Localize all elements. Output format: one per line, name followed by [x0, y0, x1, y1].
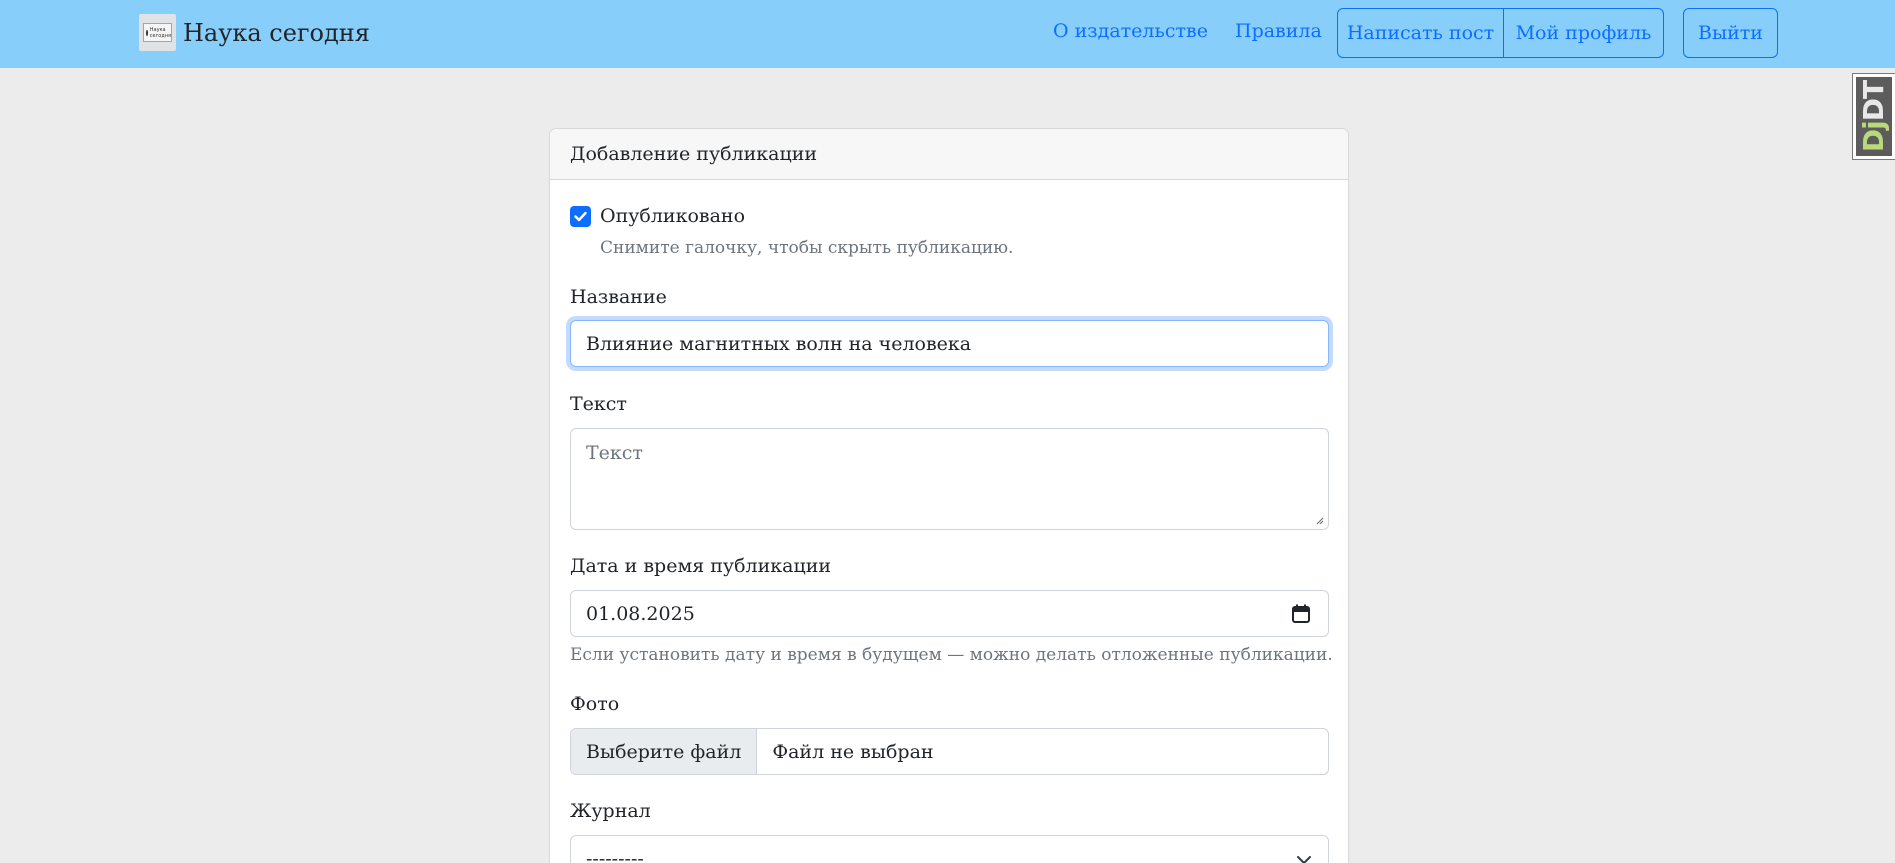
chevron-down-icon	[1297, 856, 1311, 863]
text-label: Текст	[570, 393, 627, 415]
text-textarea[interactable]: Текст	[570, 428, 1329, 530]
title-input[interactable]: Влияние магнитных волн на человека	[570, 320, 1329, 367]
text-placeholder: Текст	[586, 442, 643, 464]
choose-file-button[interactable]: Выберите файл	[571, 729, 758, 774]
published-help: Снимите галочку, чтобы скрыть публикацию…	[600, 238, 1014, 258]
debug-toolbar-label-dt: DT	[1857, 80, 1891, 122]
checkmark-icon	[574, 211, 587, 222]
pub-date-help: Если установить дату и время в будущем —…	[570, 645, 1333, 665]
card-title: Добавление публикации	[550, 129, 1348, 180]
title-label: Название	[570, 286, 667, 308]
title-input-value: Влияние магнитных волн на человека	[586, 332, 972, 355]
published-checkbox[interactable]	[570, 206, 591, 227]
nav-link-about[interactable]: О издательстве	[1053, 20, 1208, 42]
journal-select-value: ---------	[586, 847, 644, 863]
write-post-button[interactable]: Написать пост	[1338, 9, 1503, 57]
published-label[interactable]: Опубликовано	[600, 205, 745, 227]
photo-label: Фото	[570, 693, 620, 715]
logout-button[interactable]: Выйти	[1683, 8, 1778, 58]
resize-grip-icon[interactable]	[1314, 515, 1324, 525]
post-form-card: Добавление публикации Опубликовано Сними…	[549, 128, 1349, 863]
journal-logo-icon: Наука сегодня	[139, 14, 176, 51]
file-status: Файл не выбран	[772, 740, 934, 763]
pub-date-value: 01.08.2025	[586, 602, 695, 625]
my-profile-button[interactable]: Мой профиль	[1502, 9, 1663, 57]
brand-title: Наука сегодня	[183, 18, 370, 47]
brand-link[interactable]: Наука сегодня Наука сегодня	[139, 14, 370, 51]
pub-date-label: Дата и время публикации	[570, 555, 832, 577]
debug-toolbar-label-dj: Dj	[1857, 121, 1891, 153]
pub-date-input[interactable]: 01.08.2025	[570, 590, 1329, 637]
photo-file-input[interactable]: Выберите файл Файл не выбран	[570, 728, 1329, 775]
navbar: Наука сегодня Наука сегодня О издательств…	[0, 0, 1895, 68]
journal-label: Журнал	[570, 800, 651, 822]
account-button-group: Написать пост Мой профиль	[1337, 8, 1664, 58]
journal-select[interactable]: ---------	[570, 835, 1329, 863]
calendar-icon[interactable]	[1292, 604, 1310, 623]
debug-toolbar-handle[interactable]: DjDT	[1852, 73, 1895, 160]
nav-link-rules[interactable]: Правила	[1235, 20, 1322, 42]
